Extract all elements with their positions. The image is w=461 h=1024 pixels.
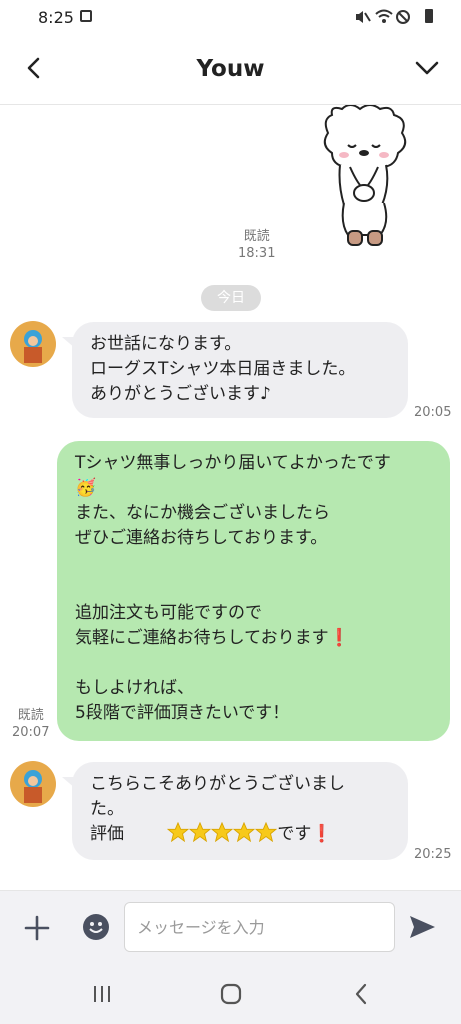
sticker-read-meta: 既読 18:31 [238, 228, 275, 262]
avatar[interactable] [10, 761, 56, 807]
message-text: 5段階で評価頂きたいです！ [75, 703, 290, 723]
message-list[interactable]: 既読 18:31 今日 お世話になります。 ローグスTシャツ本日届きました。 あ… [0, 105, 461, 890]
home-icon[interactable] [219, 982, 243, 1006]
message-text: お世話になります。 [90, 334, 242, 354]
message-text: また、なにか機会ございましたら [75, 503, 330, 523]
message-bubble-incoming[interactable]: こちらこそありがとうございまし た。 評価 です❗ [72, 762, 408, 860]
back-nav-icon[interactable] [350, 982, 374, 1006]
rating-suffix: です❗ [277, 824, 333, 844]
message-text: ぜひご連絡お待ちしております。 [75, 528, 328, 548]
message-text: もしよければ、 [75, 678, 194, 698]
message-text: 気軽にご連絡お待ちしております❗ [75, 628, 350, 648]
message-text [75, 551, 432, 576]
message-bubble-outgoing[interactable]: Tシャツ無事しっかり届いてよかったです 🥳 また、なにか機会ございましたら ぜひ… [57, 441, 450, 741]
bear-sticker[interactable] [310, 105, 420, 250]
outgoing-read-meta: 既読 20:07 [12, 707, 49, 741]
read-receipt: 既読 [17, 708, 44, 723]
mute-icon [356, 11, 371, 23]
status-time: 8:25 [38, 8, 74, 27]
do-not-disturb-icon [396, 10, 410, 24]
system-nav-bar [0, 964, 461, 1024]
message-text: Tシャツ無事しっかり届いてよかったです [75, 453, 391, 473]
rating-line: 評価 です❗ [90, 821, 390, 850]
plus-icon[interactable] [24, 915, 50, 941]
star-icon [167, 821, 190, 843]
message-composer [0, 890, 461, 965]
read-receipt: 既読 [243, 229, 270, 244]
message-text: 🥳 [75, 478, 97, 498]
timestamp: 18:31 [238, 246, 276, 261]
star-icon [211, 821, 234, 843]
send-icon[interactable] [408, 913, 436, 941]
chevron-down-icon[interactable] [413, 54, 441, 82]
message-text [75, 651, 432, 676]
message-text [75, 576, 432, 601]
wifi-icon [375, 9, 393, 23]
rating-label: 評価 [90, 824, 124, 844]
timestamp: 20:07 [12, 725, 50, 740]
message-text: ありがとうございます♪ [90, 384, 271, 404]
star-icon [189, 821, 212, 843]
message-text: 追加注文も可能ですので [75, 603, 262, 623]
emoji-icon[interactable] [82, 913, 110, 941]
star-rating [167, 821, 278, 850]
message-input[interactable] [124, 902, 395, 952]
message-text: こちらこそありがとうございまし [90, 774, 345, 794]
chat-header: Youw [0, 36, 461, 105]
notification-icon [80, 10, 92, 22]
star-icon [233, 821, 256, 843]
status-bar: 8:25 [0, 0, 461, 36]
date-divider: 今日 [201, 285, 261, 311]
avatar[interactable] [10, 321, 56, 367]
message-text: ローグスTシャツ本日届きました。 [90, 359, 356, 379]
timestamp: 20:05 [414, 405, 452, 420]
battery-icon [425, 9, 433, 23]
message-bubble-incoming[interactable]: お世話になります。 ローグスTシャツ本日届きました。 ありがとうございます♪ [72, 322, 408, 418]
recent-apps-icon[interactable] [90, 982, 114, 1006]
timestamp: 20:25 [414, 847, 452, 862]
star-icon [255, 821, 278, 843]
message-text: た。 [90, 799, 124, 819]
chat-title[interactable]: Youw [0, 56, 461, 82]
